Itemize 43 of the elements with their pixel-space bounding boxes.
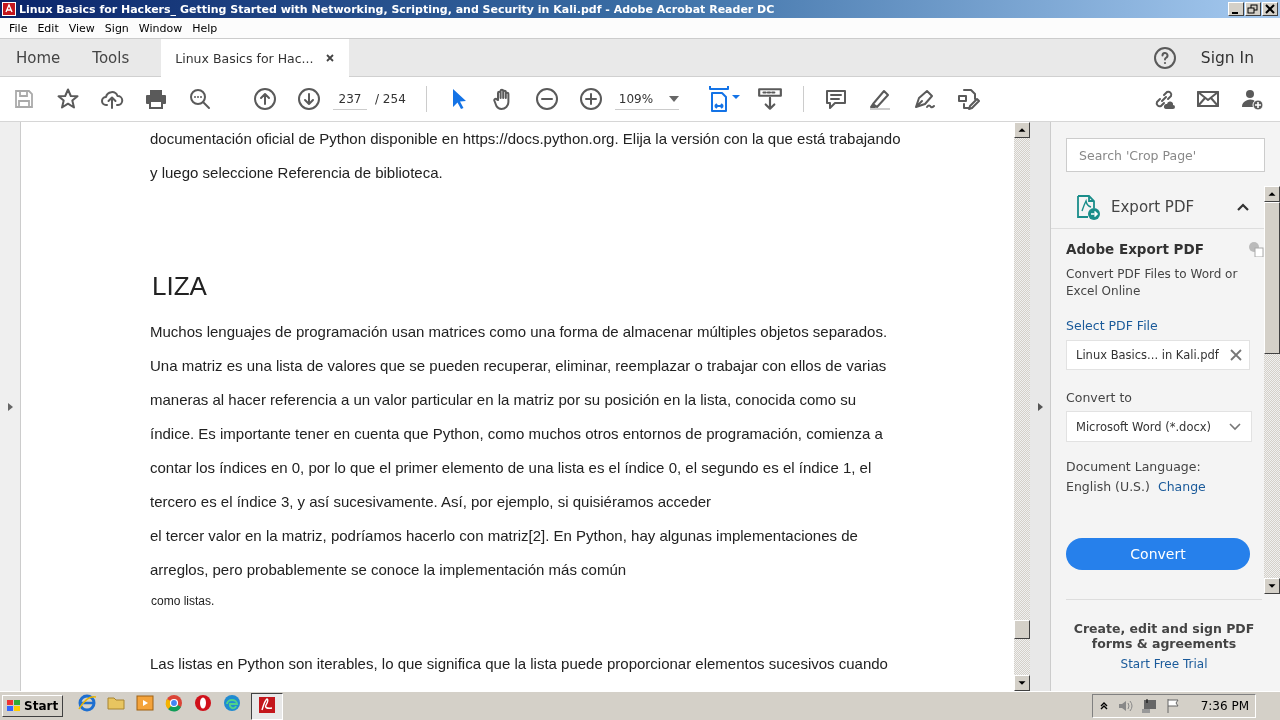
tab[interactable]: Tools (76, 39, 146, 76)
text-line: tercero es el índice 3, y así sucesivamente. Así, por ejemplo, si quisiéramos acceder (150, 492, 713, 512)
text-line: Muchos lenguajes de programación usan matrices como una forma de almacenar múltiples objetos separados. (150, 322, 889, 342)
zoom-dropdown[interactable]: 109% (614, 88, 679, 110)
text-line: índice. Es importante tener en cuenta que Python, como muchos otros entornos de programación, comienza a (150, 424, 884, 444)
tab[interactable]: Linux Basics for Hac... (161, 39, 350, 77)
menu-item[interactable]: File (4, 21, 33, 35)
file-field[interactable]: Linux Basics... in Kali.pdf (1066, 340, 1250, 370)
page-count: / 254 (375, 92, 406, 106)
text-line: el tercer valor en la matriz, podríamos hacerlo con matriz[2]. En Python, hay algunas implementaciones de (150, 526, 859, 546)
text-line: arreglos, pero probablemente se conoce la implementación más común (150, 560, 628, 580)
free-trial-link[interactable]: Start Free Trial (1066, 657, 1262, 671)
text-line: maneras al hacer referencia a un valor particular en la matriz por su posición en la lista, conocida como su (150, 390, 858, 410)
field-label: Convert to (1066, 390, 1133, 405)
change-link[interactable]: Change (1157, 479, 1206, 494)
section-heading: LIZA (151, 270, 208, 302)
text-line: y luego seleccione Referencia de biblioteca. (150, 163, 444, 183)
text-line: como listas. (150, 593, 216, 610)
menu-item[interactable]: Edit (32, 21, 64, 35)
menu-item[interactable]: Sign (99, 21, 134, 35)
window-title: Linux Basics for Hackers_ Getting Started with Networking, Scripting, and Security in Kali.pdf - Adobe Acrobat Reader DC (19, 2, 776, 16)
clock: 7:36 PM (1200, 699, 1249, 713)
language-value: English (U.S.) (1066, 479, 1150, 494)
menu-item[interactable]: View (63, 21, 100, 35)
promo-text: Create, edit and sign PDF forms & agreements (1072, 621, 1256, 651)
sign-in-link[interactable]: Sign In (1200, 48, 1254, 67)
text-line: Una matriz es una lista de valores que se pueden recuperar, eliminar, reemplazar o trabajar con ellos de varias (150, 356, 888, 376)
convert-button[interactable]: Convert (1066, 538, 1250, 570)
text-line: Las listas en Python son iterables, lo que significa que la lista puede proporcionar elementos sucesivos cuando (150, 654, 889, 674)
page-number-field[interactable]: 237 (333, 88, 367, 110)
text-line: documentación oficial de Python disponible en https://docs.python.org. Elija la versión con la que está trabajando (150, 129, 902, 149)
tab[interactable]: Home (0, 39, 77, 76)
format-dropdown[interactable]: Microsoft Word (*.docx) (1066, 411, 1252, 442)
text-line: contar los índices en 0, por lo que el primer elemento de una lista es el índice 0, el segundo es el índice 1, el (150, 458, 873, 478)
panel-description: Convert PDF Files to Word or Excel Online (1066, 266, 1239, 300)
panel-heading: Adobe Export PDF (1066, 241, 1204, 257)
start-button[interactable]: Start (2, 695, 64, 717)
menu-item[interactable]: Window (133, 21, 188, 35)
field-label: Document Language: (1066, 459, 1202, 474)
export-pdf-header[interactable]: Export PDF (1051, 186, 1264, 229)
select-file-link[interactable]: Select PDF File (1066, 318, 1264, 333)
menu-item[interactable]: Help (187, 21, 223, 35)
search-field[interactable]: Search 'Crop Page' (1066, 138, 1265, 172)
